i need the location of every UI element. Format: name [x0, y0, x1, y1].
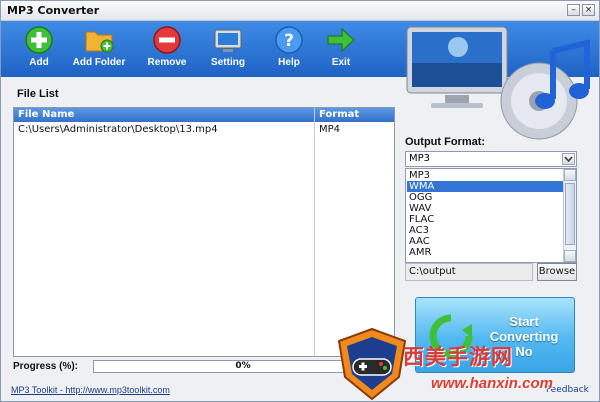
- file-name-cell: C:\Users\Administrator\Desktop\13.mp4: [18, 124, 218, 135]
- close-button[interactable]: ×: [582, 4, 595, 16]
- option-wma[interactable]: WMA: [407, 181, 565, 192]
- gamepad-shield-icon: [337, 327, 407, 401]
- file-list-title: File List: [17, 88, 59, 100]
- option-wav[interactable]: WAV: [407, 203, 565, 214]
- exit-label: Exit: [331, 57, 351, 68]
- exit-button[interactable]: Exit: [309, 25, 373, 75]
- remove-button[interactable]: Remove: [135, 25, 199, 75]
- column-file-name[interactable]: File Name: [18, 109, 74, 120]
- title-bar: MP3 Converter – ×: [1, 1, 599, 21]
- option-flac[interactable]: FLAC: [407, 214, 565, 225]
- column-divider: [314, 108, 315, 356]
- setting-button[interactable]: Setting: [196, 25, 260, 75]
- output-format-select[interactable]: MP3: [405, 151, 577, 167]
- remove-icon: [153, 26, 181, 54]
- scroll-up-icon[interactable]: [564, 169, 576, 181]
- minimize-button[interactable]: –: [567, 4, 580, 16]
- file-list-header: File Name Format: [14, 108, 394, 122]
- options-scrollbar[interactable]: [563, 169, 576, 262]
- add-button[interactable]: Add: [7, 25, 71, 75]
- output-format-value: MP3: [409, 153, 431, 164]
- add-folder-icon: [85, 31, 114, 53]
- remove-label: Remove: [147, 57, 187, 68]
- monitor-music-disc-illustration: [406, 26, 590, 140]
- progress-label: Progress (%):: [13, 361, 79, 372]
- add-icon: [25, 26, 53, 54]
- monitor-settings-icon: [214, 29, 242, 52]
- add-label: Add: [29, 57, 49, 68]
- output-path-value: C:\output: [409, 266, 456, 277]
- column-format[interactable]: Format: [319, 109, 359, 120]
- option-ogg[interactable]: OGG: [407, 192, 565, 203]
- scroll-thumb[interactable]: [565, 183, 575, 245]
- chevron-down-icon[interactable]: [562, 153, 575, 165]
- add-folder-label: Add Folder: [72, 57, 126, 68]
- scroll-down-icon[interactable]: [564, 250, 576, 262]
- help-icon: ?: [275, 26, 303, 54]
- option-aac[interactable]: AAC: [407, 236, 565, 247]
- svg-text:?: ?: [284, 31, 294, 51]
- output-format-label: Output Format:: [405, 136, 486, 148]
- option-mp3[interactable]: MP3: [407, 170, 565, 181]
- window-title: MP3 Converter: [7, 4, 100, 17]
- watermark-text: 西美手游网: [403, 346, 513, 369]
- arrow-right-icon: [327, 27, 355, 53]
- setting-label: Setting: [211, 57, 245, 68]
- browse-button[interactable]: Browse: [537, 263, 577, 281]
- option-ac3[interactable]: AC3: [407, 225, 565, 236]
- option-amr[interactable]: AMR: [407, 247, 565, 258]
- output-format-options: MP3 WMA OGG WAV FLAC AC3 AAC AMR: [405, 168, 577, 263]
- output-path-field[interactable]: C:\output: [405, 263, 533, 281]
- watermark-url: www.hanxin.com: [431, 375, 553, 392]
- format-cell: MP4: [319, 124, 341, 135]
- main-window: MP3 Converter – × Add Add Folder Remove …: [0, 0, 600, 402]
- add-folder-button[interactable]: Add Folder: [67, 25, 131, 75]
- website-link[interactable]: MP3 Toolkit - http://www.mp3toolkit.com: [11, 385, 170, 395]
- file-list-table[interactable]: File Name Format C:\Users\Administrator\…: [13, 107, 395, 357]
